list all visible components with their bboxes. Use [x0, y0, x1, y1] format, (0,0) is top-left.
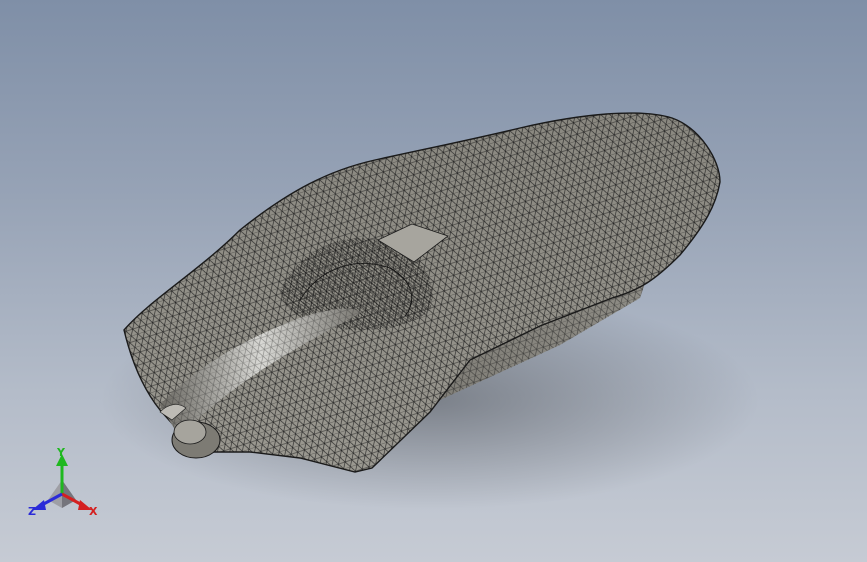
graphics-viewport[interactable]: Y Z X: [0, 0, 867, 562]
coordinate-triad: Y Z X: [22, 446, 106, 526]
z-axis-label: Z: [28, 505, 36, 518]
model-view[interactable]: [0, 0, 867, 562]
y-axis-label: Y: [57, 446, 65, 459]
x-axis-label: X: [89, 505, 98, 518]
